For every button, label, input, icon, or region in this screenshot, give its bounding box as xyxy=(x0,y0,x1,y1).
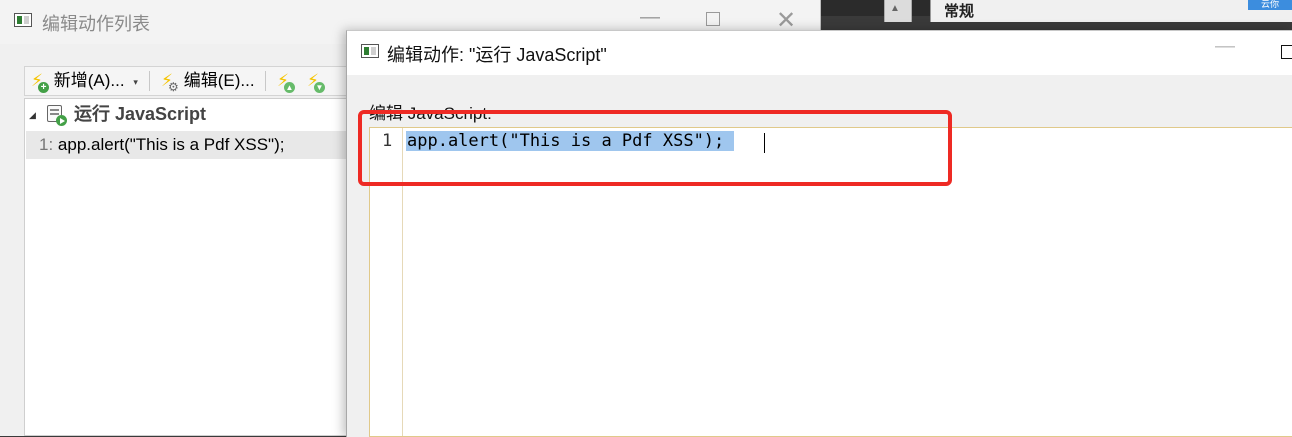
expand-caret-icon[interactable]: ◢ xyxy=(29,102,36,128)
tree-root-item[interactable]: ◢ 运行 JavaScript xyxy=(25,101,206,127)
dropdown-caret-icon[interactable]: ▾ xyxy=(133,77,138,87)
scroll-up-icon[interactable]: ▲ xyxy=(890,3,900,14)
background-blue-button[interactable]: 云你 xyxy=(1248,0,1292,10)
highlight-annotation-box xyxy=(358,110,952,186)
maximize-icon[interactable] xyxy=(706,12,720,26)
bolt-up-icon: ⚡ ▲ xyxy=(277,70,295,93)
edit-action-label: 编辑(E)... xyxy=(183,71,255,90)
action-list-title: 编辑动作列表 xyxy=(42,14,150,34)
bolt-down-icon: ⚡ ▼ xyxy=(307,70,325,93)
edit-action-button[interactable]: ⚡ ⚙ 编辑(E)... xyxy=(159,67,255,95)
background-panel-title: 常规 xyxy=(944,3,975,20)
app-window-icon xyxy=(14,13,32,27)
edit-dialog-title: 编辑动作: "运行 JavaScript" xyxy=(387,45,607,65)
background-panel xyxy=(930,0,1292,22)
script-run-icon xyxy=(45,104,67,127)
edit-action-dialog: 编辑动作: "运行 JavaScript" — 编辑 JavaScript: 1… xyxy=(346,30,1292,437)
move-down-button[interactable]: ⚡ ▼ xyxy=(305,67,325,95)
toolbar-separator xyxy=(149,71,150,91)
bolt-add-icon: ⚡ + xyxy=(29,71,49,93)
maximize-icon[interactable] xyxy=(1281,45,1292,59)
tree-item[interactable]: 1: app.alert("This is a Pdf XSS"); xyxy=(39,135,284,155)
app-window-icon xyxy=(361,44,379,58)
toolbar-separator xyxy=(265,71,266,91)
action-tree: ◢ 运行 JavaScript 1: app.alert("This is a … xyxy=(24,98,348,436)
minimize-icon[interactable]: — xyxy=(1215,35,1235,58)
tree-root-label: 运行 JavaScript xyxy=(73,104,207,124)
add-action-label: 新增(A)... xyxy=(53,71,125,90)
minimize-icon[interactable]: — xyxy=(640,6,660,29)
tree-item-number: 1: xyxy=(39,135,54,154)
tree-item-text: app.alert("This is a Pdf XSS"); xyxy=(57,135,285,154)
add-action-button[interactable]: ⚡ + 新增(A)... ▾ xyxy=(29,67,138,95)
edit-dialog-titlebar: 编辑动作: "运行 JavaScript" — xyxy=(347,31,1292,75)
move-up-button[interactable]: ⚡ ▲ xyxy=(275,67,295,95)
bolt-gear-icon: ⚡ ⚙ xyxy=(161,70,179,94)
